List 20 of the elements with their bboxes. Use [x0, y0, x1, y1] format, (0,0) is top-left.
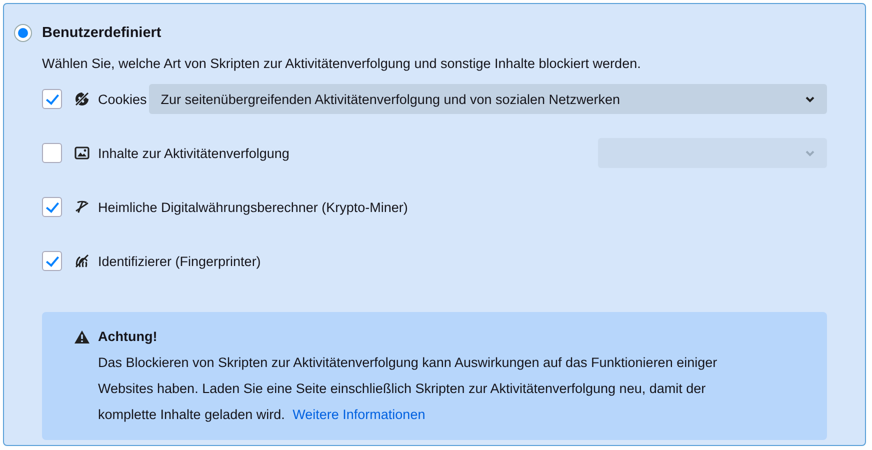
- learn-more-link[interactable]: Weitere Informationen: [292, 407, 426, 422]
- option-label: Identifizierer (Fingerprinter): [98, 254, 261, 268]
- dropdown[interactable]: Zur seitenübergreifenden Aktivitätenverfolgung und von sozialen Netzwerken: [148, 84, 827, 114]
- radio-button[interactable]: [14, 24, 32, 42]
- option-label: Heimliche Digitalwährungsberechner (Krypto-Miner): [98, 200, 408, 214]
- cookies-icon: [74, 91, 90, 107]
- warning-text: Das Blockieren von Skripten zur Aktivitätenverfolgung kann Auswirkungen auf das Funktionieren einiger Websites haben. Laden Sie eine Seite einschließlich Skripten zur Aktivitätenverfolgung neu, damit der komplette Inhalte geladen wird. Weitere Informationen: [97, 354, 718, 424]
- option-title: Benutzerdefiniert: [42, 25, 162, 41]
- description: Wählen Sie, welche Art von Skripten zur Aktivitätenverfolgung und sonstige Inhalte blockiert werden.: [42, 56, 642, 71]
- chevron-icon: [805, 96, 815, 102]
- checkbox[interactable]: [42, 251, 62, 271]
- warning-title: Achtung!: [98, 328, 158, 346]
- checkbox[interactable]: [42, 197, 62, 217]
- option-label: Cookies: [98, 92, 147, 106]
- option-label: Inhalte zur Aktivitätenverfolgung: [98, 146, 290, 160]
- chevron-icon: [805, 150, 815, 156]
- content-icon: [74, 145, 90, 161]
- checkbox[interactable]: [42, 143, 62, 163]
- warning-icon: [74, 330, 90, 344]
- checkbox[interactable]: [42, 89, 62, 109]
